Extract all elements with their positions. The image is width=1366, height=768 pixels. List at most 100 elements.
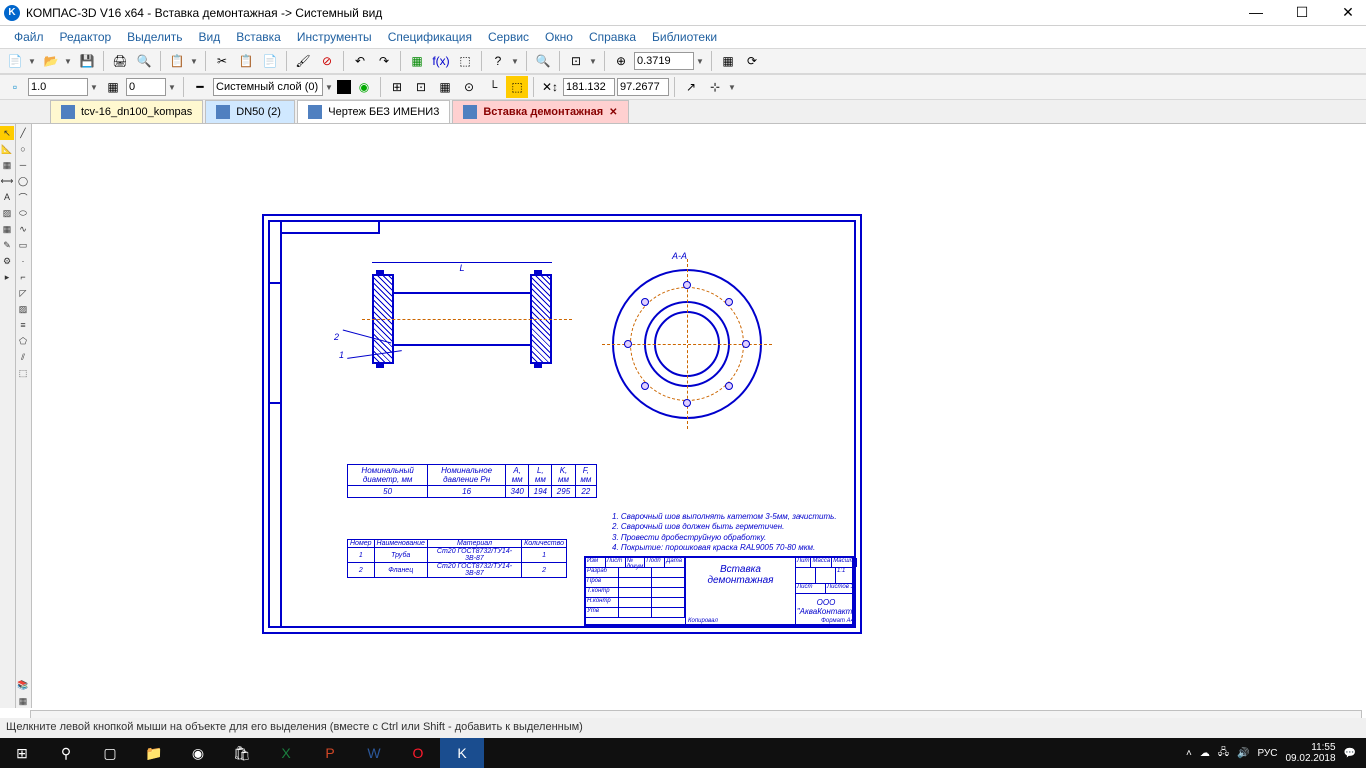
menu-libraries[interactable]: Библиотеки [646, 28, 723, 46]
snap-end-button[interactable]: ⊞ [386, 76, 408, 98]
ellipse-tool[interactable]: ⬭ [16, 206, 30, 220]
tab-dn50[interactable]: DN50 (2) [205, 100, 295, 123]
coord-button[interactable]: ✕↕ [539, 76, 561, 98]
more-tool[interactable]: ▸ [0, 270, 14, 284]
rect-tool[interactable]: ▭ [16, 238, 30, 252]
menu-window[interactable]: Окно [539, 28, 579, 46]
contour-tool[interactable]: ⬠ [16, 334, 30, 348]
layer-color-button[interactable] [337, 80, 351, 94]
tray-notifications-icon[interactable]: 💬 [1344, 748, 1356, 759]
catalog-tool[interactable]: ▦ [16, 694, 30, 708]
excel-button[interactable]: X [264, 738, 308, 768]
scale-input[interactable] [28, 78, 88, 96]
tab-tcv16[interactable]: tcv-16_dn100_kompas [50, 100, 203, 123]
menu-help[interactable]: Справка [583, 28, 642, 46]
explorer-button[interactable]: 📁 [132, 738, 176, 768]
menu-editor[interactable]: Редактор [54, 28, 118, 46]
tray-up-icon[interactable]: ˄ [1186, 748, 1192, 759]
taskview-button[interactable]: ▢ [88, 738, 132, 768]
tray-network-icon[interactable]: 🖧 [1218, 745, 1229, 762]
tab-active[interactable]: Вставка демонтажная✕ [452, 100, 628, 123]
tab-close-icon[interactable]: ✕ [609, 107, 617, 118]
edit-tool[interactable]: ✎ [0, 238, 14, 252]
linetype-button[interactable]: ━ [189, 76, 211, 98]
maximize-button[interactable]: ☐ [1288, 4, 1316, 21]
undo-button[interactable]: ↶ [349, 50, 371, 72]
library-tool[interactable]: 📚 [16, 678, 30, 692]
ortho-button[interactable]: └ [482, 76, 504, 98]
tray-cloud-icon[interactable]: ☁ [1200, 748, 1210, 759]
y-input[interactable] [617, 78, 669, 96]
measure-tool[interactable]: 📐 [0, 142, 14, 156]
text-tool[interactable]: A [0, 190, 14, 204]
save-button[interactable]: 💾 [76, 50, 98, 72]
start-button[interactable]: ⊞ [0, 738, 44, 768]
hatchfill-tool[interactable]: ▨ [16, 302, 30, 316]
open-button[interactable]: 📂 [40, 50, 62, 72]
layers-manager-button[interactable]: ◉ [353, 76, 375, 98]
variables-button[interactable]: f(x) [430, 50, 452, 72]
line-tool[interactable]: ╱ [16, 126, 30, 140]
x-input[interactable] [563, 78, 615, 96]
assembly-tool[interactable]: ⬚ [16, 366, 30, 380]
zoom-fit-button[interactable]: ⊡ [565, 50, 587, 72]
spline-tool[interactable]: ∿ [16, 222, 30, 236]
brush-button[interactable]: 🖌 [292, 50, 314, 72]
param-tool[interactable]: ⚙ [0, 254, 14, 268]
step-input[interactable] [126, 78, 166, 96]
new-button[interactable]: 📄 [4, 50, 26, 72]
circle-tool[interactable]: ◯ [16, 174, 30, 188]
equid-tool[interactable]: ⫽ [16, 350, 30, 364]
menu-tools[interactable]: Инструменты [291, 28, 378, 46]
paste-button[interactable]: 📄 [259, 50, 281, 72]
circleaux-tool[interactable]: ○ [16, 142, 30, 156]
manager-button[interactable]: ▦ [406, 50, 428, 72]
fillet-tool[interactable]: ⌐ [16, 270, 30, 284]
chamfer-tool[interactable]: ◸ [16, 286, 30, 300]
hatch-tool[interactable]: ▨ [0, 206, 14, 220]
tray-lang[interactable]: РУС [1257, 748, 1277, 759]
table-tool[interactable]: ▦ [0, 222, 14, 236]
store-button[interactable]: 🛍 [220, 738, 264, 768]
tray-clock[interactable]: 11:55 09.02.2018 [1285, 742, 1335, 764]
arc-tool[interactable]: ⌒ [16, 190, 30, 204]
lcs-button[interactable]: ↗ [680, 76, 702, 98]
ref-button[interactable]: ⬚ [454, 50, 476, 72]
zoom-window-button[interactable]: 🔍 [532, 50, 554, 72]
cancel-button[interactable]: ⊘ [316, 50, 338, 72]
cut-button[interactable]: ✂ [211, 50, 233, 72]
copy-button[interactable]: 📋 [235, 50, 257, 72]
menu-service[interactable]: Сервис [482, 28, 535, 46]
refresh-button[interactable]: ⟳ [741, 50, 763, 72]
xyz-button[interactable]: ⊹ [704, 76, 726, 98]
print-button[interactable]: 🖨 [109, 50, 131, 72]
orient-button[interactable]: ▦ [717, 50, 739, 72]
menu-select[interactable]: Выделить [121, 28, 188, 46]
kompas-button[interactable]: K [440, 738, 484, 768]
redo-button[interactable]: ↷ [373, 50, 395, 72]
zoom-scale-button[interactable]: ⊕ [610, 50, 632, 72]
multi-tool[interactable]: ≡ [16, 318, 30, 332]
dim-tool[interactable]: ⟷ [0, 174, 14, 188]
close-button[interactable]: ✕ [1334, 4, 1362, 21]
layer-input[interactable] [213, 78, 323, 96]
opera-button[interactable]: O [396, 738, 440, 768]
properties-button[interactable]: 📋 [166, 50, 188, 72]
menu-insert[interactable]: Вставка [230, 28, 287, 46]
search-button[interactable]: ⚲ [44, 738, 88, 768]
drawing-canvas[interactable]: L 2 1 A-A [32, 124, 1366, 708]
snap-grid-button[interactable]: ▦ [434, 76, 456, 98]
segment-tool[interactable]: ─ [16, 158, 30, 172]
menu-spec[interactable]: Спецификация [382, 28, 478, 46]
minimize-button[interactable]: — [1242, 4, 1270, 21]
word-button[interactable]: W [352, 738, 396, 768]
tab-noname3[interactable]: Чертеж БЕЗ ИМЕНИ3 [297, 100, 450, 123]
powerpoint-button[interactable]: P [308, 738, 352, 768]
help-button[interactable]: ? [487, 50, 509, 72]
menu-file[interactable]: Файл [8, 28, 50, 46]
views-button[interactable]: ▦ [102, 76, 124, 98]
snap-center-button[interactable]: ⊙ [458, 76, 480, 98]
grid-tool[interactable]: ▦ [0, 158, 14, 172]
chrome-button[interactable]: ◉ [176, 738, 220, 768]
preview-button[interactable]: 🔍 [133, 50, 155, 72]
